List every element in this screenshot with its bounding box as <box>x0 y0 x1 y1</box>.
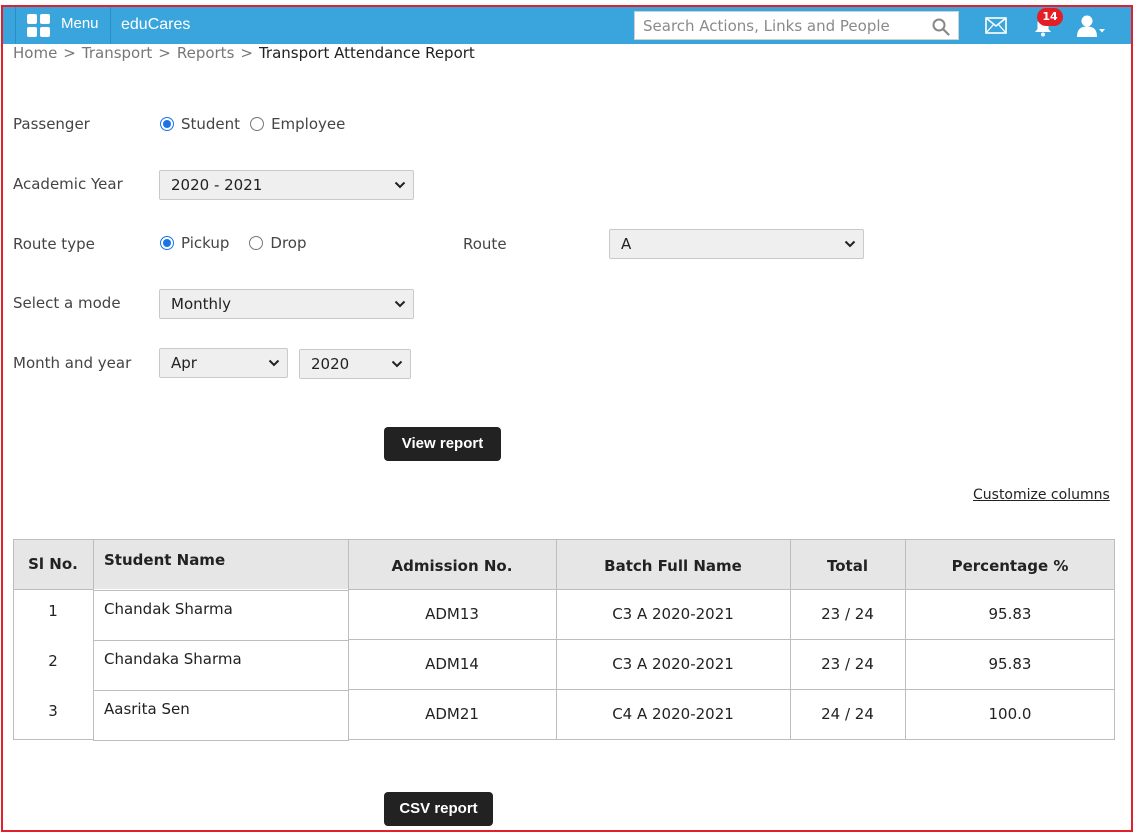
row-1-total: 23 / 24 <box>821 605 874 623</box>
customize-columns-link[interactable]: Customize columns <box>973 487 1110 503</box>
search-box <box>634 11 959 40</box>
user-account-icon[interactable] <box>1076 14 1106 38</box>
table-row-divider <box>93 590 348 591</box>
csv-report-button[interactable]: CSV report <box>384 792 493 826</box>
header-total: Total <box>790 539 905 589</box>
chevron-down-icon <box>394 181 406 189</box>
header-percentage: Percentage % <box>905 539 1115 589</box>
row-1-percentage: 95.83 <box>988 605 1032 623</box>
header-student-name: Student Name <box>93 539 348 589</box>
view-report-button[interactable]: View report <box>384 427 501 461</box>
passenger-label: Passenger <box>13 115 90 133</box>
row-1-admission-no: ADM13 <box>425 605 479 623</box>
row-2-total: 23 / 24 <box>821 655 874 673</box>
row-1-batch-full-name: C3 A 2020-2021 <box>612 605 734 623</box>
chevron-down-icon <box>844 240 856 248</box>
grid-menu-icon <box>27 14 51 38</box>
table-column-divider <box>790 539 791 740</box>
chevron-down-icon <box>268 359 280 367</box>
notification-count-badge: 14 <box>1037 8 1063 26</box>
row-2-admission-no: ADM14 <box>425 655 479 673</box>
table-column-divider <box>348 539 349 741</box>
breadcrumb-separator: > <box>63 44 76 62</box>
breadcrumb-separator: > <box>158 44 171 62</box>
chevron-down-icon <box>394 300 406 308</box>
table-border-top <box>13 539 1115 540</box>
table-row-divider <box>348 639 1115 640</box>
route-type-label: Route type <box>13 235 95 253</box>
row-3-batch-full-name: C4 A 2020-2021 <box>612 705 734 723</box>
year-value: 2020 <box>311 355 350 373</box>
breadcrumb-separator: > <box>240 44 253 62</box>
employee-radio-label[interactable]: Employee <box>271 115 345 133</box>
search-input[interactable] <box>635 12 925 39</box>
row-3-admission-no: ADM21 <box>425 705 479 723</box>
header-batch-full-name: Batch Full Name <box>556 539 790 589</box>
table-row-divider <box>13 589 93 590</box>
table-column-divider <box>905 539 906 740</box>
route-select[interactable]: A <box>609 229 864 259</box>
menu-button[interactable]: Menu <box>15 7 111 44</box>
row-3-student-name: Aasrita Sen <box>104 700 190 718</box>
row-3-total: 24 / 24 <box>821 705 874 723</box>
academic-year-label: Academic Year <box>13 175 123 193</box>
academic-year-value: 2020 - 2021 <box>171 176 263 194</box>
row-2-sl-no: 2 <box>48 652 58 670</box>
breadcrumb: Home > Transport > Reports > Transport Attenda… <box>13 44 475 62</box>
month-select[interactable]: Apr <box>159 348 288 378</box>
pickup-radio[interactable] <box>160 236 174 250</box>
table-row-divider <box>348 689 1115 690</box>
top-navigation-bar: Menu eduCares 14 <box>3 7 1131 44</box>
table-border-right <box>1114 539 1115 740</box>
breadcrumb-current: Transport Attendance Report <box>258 44 475 62</box>
row-3-sl-no: 3 <box>48 702 58 720</box>
table-column-divider <box>556 539 557 740</box>
breadcrumb-reports[interactable]: Reports <box>177 44 235 62</box>
search-icon[interactable] <box>932 18 950 36</box>
table-column-divider <box>93 539 94 741</box>
month-year-label: Month and year <box>13 354 132 372</box>
attendance-report-table: Sl No. Student Name Admission No. Batch … <box>13 539 1115 741</box>
passenger-radio-group: Student Employee <box>160 115 355 133</box>
route-value: A <box>621 235 632 253</box>
table-row-divider <box>93 640 348 641</box>
route-type-radio-group: Pickup Drop <box>160 234 316 252</box>
mode-label: Select a mode <box>13 294 121 312</box>
mail-icon[interactable] <box>985 17 1007 34</box>
table-border-bottom <box>13 739 93 740</box>
student-radio[interactable] <box>160 117 174 131</box>
row-2-percentage: 95.83 <box>988 655 1032 673</box>
employee-radio[interactable] <box>250 117 265 131</box>
breadcrumb-home[interactable]: Home <box>13 44 57 62</box>
row-1-sl-no: 1 <box>48 602 58 620</box>
drop-radio[interactable] <box>249 236 264 250</box>
table-border-bottom <box>93 740 348 741</box>
menu-label: Menu <box>61 15 99 32</box>
breadcrumb-transport[interactable]: Transport <box>82 44 152 62</box>
table-row-divider <box>348 589 1115 590</box>
route-label: Route <box>463 235 507 253</box>
table-border-left <box>13 539 14 740</box>
row-2-batch-full-name: C3 A 2020-2021 <box>612 655 734 673</box>
brand-name[interactable]: eduCares <box>121 16 190 34</box>
mode-select[interactable]: Monthly <box>159 289 414 319</box>
drop-radio-label[interactable]: Drop <box>270 234 306 252</box>
year-select[interactable]: 2020 <box>299 349 411 379</box>
chevron-down-icon <box>391 360 403 368</box>
mode-value: Monthly <box>171 295 232 313</box>
table-row-divider <box>93 690 348 691</box>
row-1-student-name: Chandak Sharma <box>104 600 233 618</box>
header-sl-no: Sl No. <box>13 539 93 589</box>
student-radio-label[interactable]: Student <box>181 115 240 133</box>
month-value: Apr <box>171 354 197 372</box>
pickup-radio-label[interactable]: Pickup <box>181 234 229 252</box>
header-admission-no: Admission No. <box>348 539 556 589</box>
table-border-bottom <box>348 739 1115 740</box>
row-3-percentage: 100.0 <box>988 705 1032 723</box>
academic-year-select[interactable]: 2020 - 2021 <box>159 170 414 200</box>
row-2-student-name: Chandaka Sharma <box>104 650 242 668</box>
